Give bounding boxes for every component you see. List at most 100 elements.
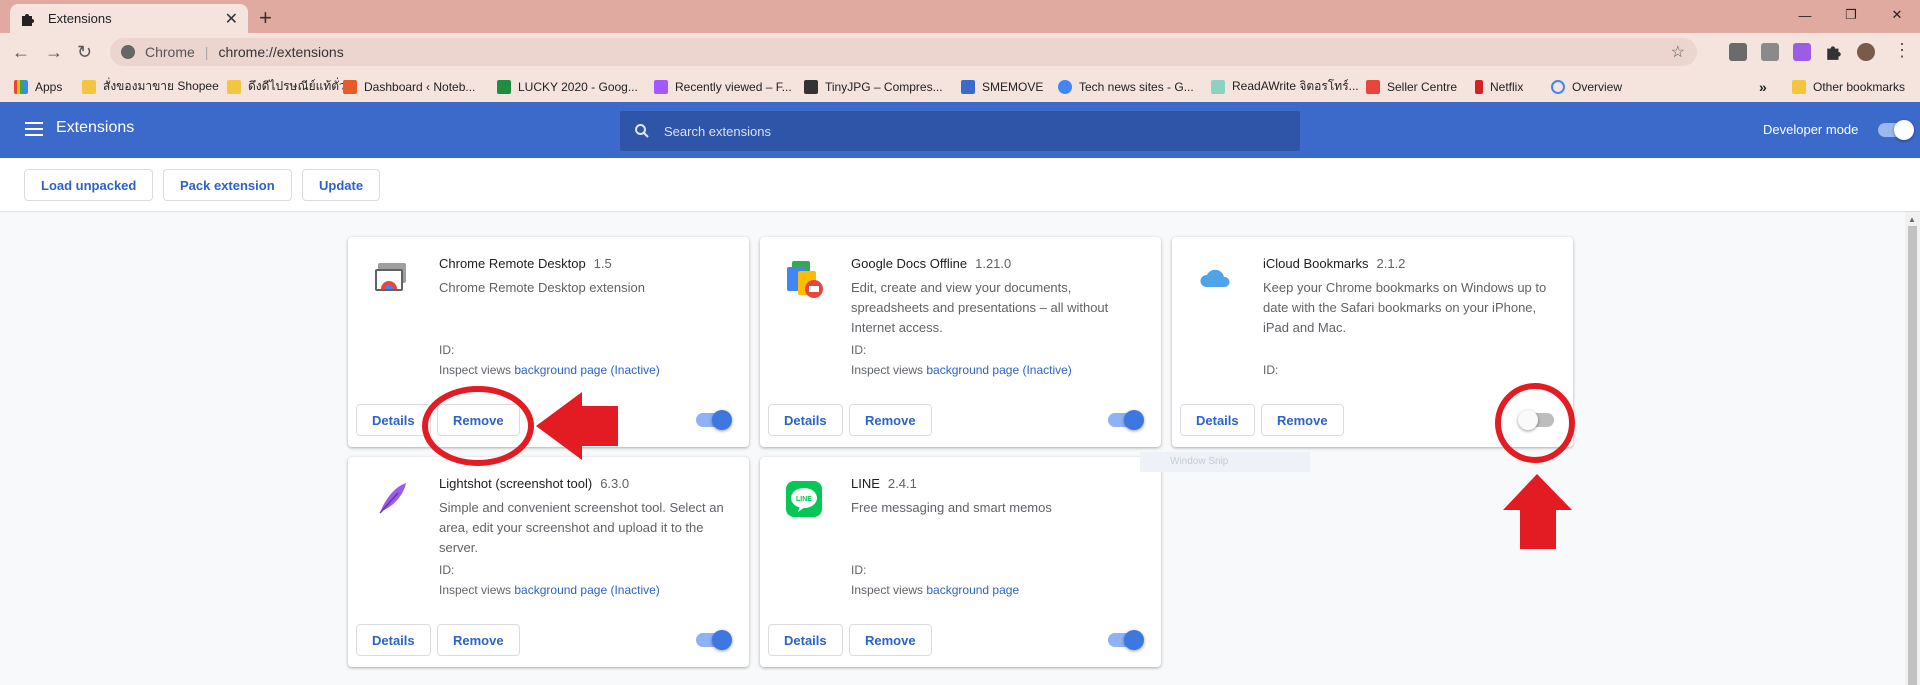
bookmarks-overflow-button[interactable]: » bbox=[1759, 71, 1767, 102]
restore-icon[interactable]: ❐ bbox=[1828, 0, 1874, 30]
address-bar[interactable]: Chrome | chrome://extensions ☆ bbox=[110, 38, 1697, 66]
tinyjpg-favicon bbox=[804, 79, 818, 94]
extension-enable-toggle[interactable] bbox=[1108, 410, 1144, 430]
extension-enable-toggle[interactable] bbox=[1518, 410, 1554, 430]
extensions-header: Extensions Developer mode bbox=[0, 102, 1920, 158]
details-button[interactable]: Details bbox=[768, 404, 843, 436]
scrollbar-thumb[interactable] bbox=[1908, 226, 1917, 685]
profile-avatar[interactable] bbox=[1857, 43, 1875, 61]
extension-enable-toggle[interactable] bbox=[696, 410, 732, 430]
remove-button[interactable]: Remove bbox=[849, 624, 932, 656]
background-page-link[interactable]: background page bbox=[926, 583, 1019, 597]
omnibox-separator: | bbox=[204, 44, 209, 60]
details-button[interactable]: Details bbox=[1180, 404, 1255, 436]
background-page-link[interactable]: background page (Inactive) bbox=[514, 363, 659, 377]
scroll-up-arrow-icon[interactable]: ▲ bbox=[1908, 215, 1916, 224]
developer-mode-toggle[interactable] bbox=[1878, 120, 1914, 140]
other-bookmarks[interactable]: Other bookmarks bbox=[1792, 71, 1905, 102]
update-button[interactable]: Update bbox=[302, 169, 381, 201]
line-icon: LINE bbox=[786, 481, 822, 517]
extension-description: Free messaging and smart memos bbox=[851, 500, 1052, 515]
bookmark-label: Recently viewed – F... bbox=[675, 79, 792, 94]
back-icon[interactable]: ← bbox=[12, 42, 30, 63]
omnibox-origin: Chrome bbox=[145, 44, 195, 60]
toggle-knob bbox=[1894, 120, 1914, 140]
extension-description: Edit, create and view your documents, sp… bbox=[851, 280, 1109, 335]
annotation-arrow-up bbox=[1503, 474, 1572, 549]
extension-card-chrome-remote-desktop: Chrome Remote Desktop 1.5 Chrome Remote D… bbox=[348, 237, 749, 447]
readawrite-favicon bbox=[1211, 79, 1225, 94]
extension-name: LINE 2.4.1 bbox=[851, 476, 917, 491]
bookmark-item[interactable]: Tech news sites - G... bbox=[1058, 71, 1194, 102]
reload-icon[interactable]: ↻ bbox=[77, 42, 92, 63]
extension-enable-toggle[interactable] bbox=[1108, 630, 1144, 650]
bookmark-item[interactable]: Recently viewed – F... bbox=[654, 71, 792, 102]
extension-enable-toggle[interactable] bbox=[696, 630, 732, 650]
background-page-link[interactable]: background page (Inactive) bbox=[514, 583, 659, 597]
chrome-remote-desktop-icon bbox=[375, 263, 406, 291]
tab-extensions[interactable]: Extensions ✕ bbox=[10, 4, 248, 33]
toggle-knob bbox=[1518, 410, 1538, 430]
sheets-favicon bbox=[497, 79, 511, 94]
background-page-link[interactable]: background page (Inactive) bbox=[926, 363, 1071, 377]
remove-button[interactable]: Remove bbox=[849, 404, 932, 436]
menu-kebab-icon[interactable]: ⋮ bbox=[1893, 40, 1911, 61]
extension-name: Google Docs Offline 1.21.0 bbox=[851, 256, 1011, 271]
page-scrollbar[interactable]: ▲ bbox=[1905, 212, 1920, 685]
search-input[interactable] bbox=[664, 123, 1264, 139]
minimize-icon[interactable]: — bbox=[1782, 0, 1828, 30]
line-extension-icon[interactable] bbox=[1729, 43, 1747, 61]
extension-name-text: Google Docs Offline bbox=[851, 256, 968, 271]
remove-button[interactable]: Remove bbox=[437, 624, 520, 656]
icloud-icon bbox=[1200, 269, 1230, 287]
extension-id-label: ID: bbox=[439, 563, 455, 577]
bookmark-item[interactable]: Netflix bbox=[1475, 71, 1523, 102]
bookmark-item[interactable]: สั่งของมาขาย Shopee bbox=[82, 71, 219, 102]
bookmark-star-icon[interactable]: ☆ bbox=[1671, 42, 1685, 62]
bookmark-item[interactable]: SMEMOVE bbox=[961, 71, 1043, 102]
remove-button[interactable]: Remove bbox=[1261, 404, 1344, 436]
search-box[interactable] bbox=[620, 111, 1300, 151]
details-button[interactable]: Details bbox=[356, 624, 431, 656]
load-unpacked-button[interactable]: Load unpacked bbox=[24, 169, 154, 201]
bookmark-item[interactable]: ดึงดีไปรษณีย์แท้ตั่ว bbox=[227, 71, 346, 102]
extension-name: Lightshot (screenshot tool) 6.3.0 bbox=[439, 476, 629, 491]
bookmark-label: SMEMOVE bbox=[982, 79, 1044, 94]
lightshot-extension-icon[interactable] bbox=[1793, 43, 1811, 61]
remove-button[interactable]: Remove bbox=[437, 404, 520, 436]
inspect-views-label: Inspect views bbox=[439, 363, 512, 377]
hamburger-menu-icon[interactable] bbox=[25, 122, 43, 136]
netflix-favicon bbox=[1475, 79, 1483, 94]
details-button[interactable]: Details bbox=[768, 624, 843, 656]
extension-name-text: Chrome Remote Desktop bbox=[439, 256, 586, 271]
new-tab-icon[interactable]: + bbox=[259, 5, 272, 31]
toggle-knob bbox=[1124, 410, 1144, 430]
bookmark-item[interactable]: Overview bbox=[1551, 71, 1622, 102]
forward-icon[interactable]: → bbox=[45, 42, 63, 63]
bookmark-item[interactable]: LUCKY 2020 - Goog... bbox=[497, 71, 638, 102]
extensions-puzzle-icon[interactable] bbox=[1825, 43, 1843, 61]
details-button[interactable]: Details bbox=[356, 404, 431, 436]
inspect-views: Inspect views background page (Inactive) bbox=[439, 583, 660, 597]
bookmarks-bar: Apps สั่งของมาขาย Shopee ดึงดีไปรษณีย์แท… bbox=[0, 71, 1920, 102]
close-tab-icon[interactable]: ✕ bbox=[225, 9, 238, 29]
bookmark-item[interactable]: ReadAWrite จิตอรโทร์... bbox=[1211, 71, 1359, 102]
bookmark-label: สั่งของมาขาย Shopee bbox=[103, 79, 219, 93]
bookmark-label: Apps bbox=[35, 79, 63, 94]
pack-extension-button[interactable]: Pack extension bbox=[163, 169, 292, 201]
remote-desktop-extension-icon[interactable] bbox=[1761, 43, 1779, 61]
extension-card-icloud-bookmarks: iCloud Bookmarks 2.1.2 Keep your Chrome b… bbox=[1172, 237, 1573, 447]
folder-icon bbox=[82, 79, 96, 94]
bookmark-item[interactable]: Dashboard ‹ Noteb... bbox=[343, 71, 475, 102]
bookmark-item[interactable]: TinyJPG – Compres... bbox=[804, 71, 943, 102]
bookmark-label: Seller Centre bbox=[1387, 79, 1458, 94]
inspect-views-label: Inspect views bbox=[851, 363, 924, 377]
extension-version: 1.5 bbox=[593, 256, 612, 271]
extension-id-label: ID: bbox=[851, 563, 867, 577]
google-docs-offline-icon bbox=[787, 261, 823, 298]
bookmark-item[interactable]: Seller Centre bbox=[1366, 71, 1457, 102]
close-window-icon[interactable]: ✕ bbox=[1874, 0, 1920, 30]
extension-name: iCloud Bookmarks 2.1.2 bbox=[1263, 256, 1405, 271]
bookmark-item[interactable]: Apps bbox=[14, 71, 62, 102]
puzzle-icon bbox=[22, 13, 34, 26]
